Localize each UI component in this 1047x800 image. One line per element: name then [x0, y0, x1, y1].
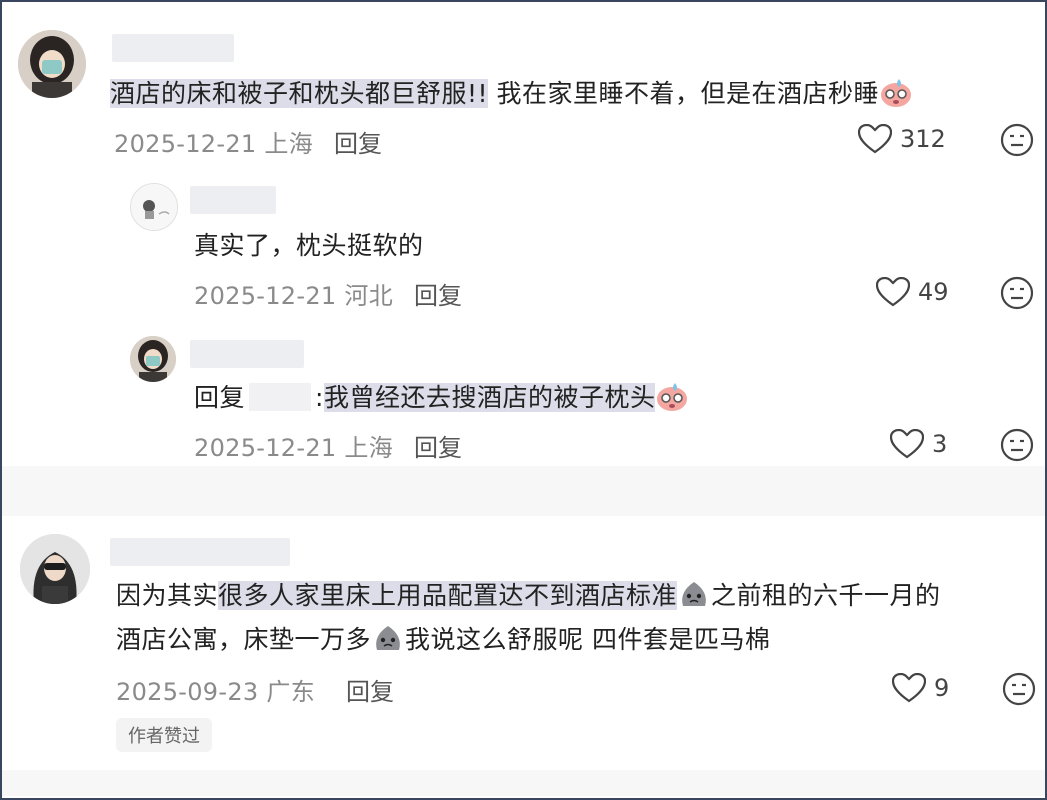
like-count: 3 — [932, 430, 948, 458]
highlighted-text: 我曾经还去搜酒店的被子枕头 — [323, 383, 656, 412]
comment-meta: 2025-09-23 广东 — [116, 672, 315, 707]
heart-icon — [892, 673, 926, 703]
section-divider — [2, 770, 1045, 796]
avatar[interactable] — [20, 534, 90, 604]
reply-target-tail: : — [315, 383, 324, 412]
reply-button[interactable]: 回复 — [414, 276, 462, 311]
comment-text-rest: 我在家里睡不着，但是在酒店秒睡 — [496, 79, 880, 108]
avatar[interactable] — [130, 336, 176, 382]
section-divider — [2, 466, 1045, 516]
comment-meta: 2025-12-21 上海 — [114, 124, 313, 159]
comment-location: 上海 — [264, 130, 314, 158]
avatar[interactable] — [130, 183, 178, 231]
comment-date: 2025-09-23 — [116, 678, 259, 706]
dislike-face-icon[interactable] — [1000, 123, 1034, 157]
avatar[interactable] — [18, 30, 86, 98]
dislike-face-icon[interactable] — [1000, 276, 1034, 310]
reply-text: 真实了，枕头挺软的 — [194, 231, 424, 260]
reply-location: 河北 — [344, 282, 394, 310]
reply-button[interactable]: 回复 — [346, 672, 394, 707]
comment-date: 2025-12-21 — [114, 130, 257, 158]
highlighted-text: 很多人家里床上用品配置达不到酒店标准 — [218, 581, 678, 610]
comment-text-plain: 因为其实 — [116, 581, 219, 610]
heart-icon — [890, 429, 924, 459]
reply-date: 2025-12-21 — [194, 434, 337, 462]
reply-meta: 2025-12-21 河北 — [194, 276, 393, 311]
like-button[interactable]: 9 — [892, 673, 949, 703]
username[interactable] — [190, 340, 304, 368]
reply-date: 2025-12-21 — [194, 282, 337, 310]
username[interactable] — [110, 538, 290, 566]
username[interactable] — [190, 186, 276, 214]
like-button[interactable]: 49 — [876, 277, 949, 307]
heart-icon — [876, 277, 910, 307]
like-button[interactable]: 3 — [890, 429, 947, 459]
redacted-username[interactable] — [249, 383, 312, 411]
dislike-face-icon[interactable] — [1002, 672, 1036, 706]
reply-meta: 2025-12-21 上海 — [194, 428, 393, 463]
comment-location: 广东 — [266, 678, 316, 706]
reply-text: 回复:我曾经还去搜酒店的被子枕头 — [194, 380, 689, 422]
comment-text-line2: 酒店公寓，床垫一万多 我说这么舒服呢 四件套是匹马棉 — [116, 622, 770, 664]
grey-cry-emoji-icon — [677, 578, 711, 620]
sweat-face-emoji-icon — [879, 76, 913, 118]
comment-text: 酒店的床和被子和枕头都巨舒服!! 我在家里睡不着，但是在酒店秒睡 — [110, 76, 913, 118]
sweat-face-emoji-icon — [655, 380, 689, 422]
reply-button[interactable]: 回复 — [414, 428, 462, 463]
grey-cry-emoji-icon — [371, 622, 405, 664]
like-button[interactable]: 312 — [858, 124, 946, 154]
author-liked-badge: 作者赞过 — [116, 718, 212, 752]
like-count: 312 — [900, 125, 946, 153]
comment-text-a: 酒店公寓，床垫一万多 — [116, 625, 372, 654]
comment-text-line1: 因为其实很多人家里床上用品配置达不到酒店标准 之前租的六千一月的 — [116, 578, 941, 620]
reply-button[interactable]: 回复 — [334, 124, 382, 159]
reply-location: 上海 — [344, 434, 394, 462]
like-count: 49 — [918, 278, 949, 306]
like-count: 9 — [934, 674, 950, 702]
reply-prefix: 回复 — [194, 383, 246, 412]
comment-text-b: 我说这么舒服呢 四件套是匹马棉 — [405, 625, 771, 654]
comment-text-rest: 之前租的六千一月的 — [711, 581, 941, 610]
username[interactable] — [112, 34, 234, 62]
highlighted-text: 酒店的床和被子和枕头都巨舒服!! — [110, 79, 489, 108]
dislike-face-icon[interactable] — [1000, 428, 1034, 462]
heart-icon — [858, 124, 892, 154]
